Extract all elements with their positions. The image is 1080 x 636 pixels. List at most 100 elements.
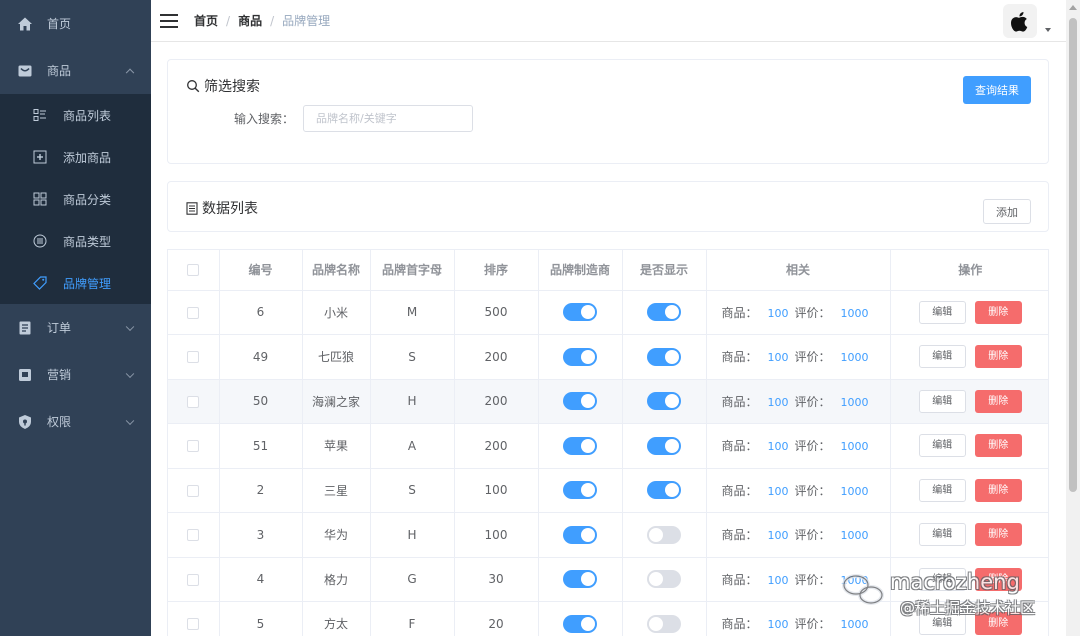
cell-first-letter: H: [370, 379, 455, 424]
show-status-switch[interactable]: [647, 436, 681, 455]
watermark: macrozheng @稀土掘金技术社区: [838, 568, 1068, 624]
sidebar-item-brand-management[interactable]: 品牌管理: [0, 262, 151, 304]
related-review-label: 评价：: [794, 572, 831, 587]
cell-show: [622, 290, 707, 335]
page-scrollbar[interactable]: [1066, 0, 1080, 636]
cell-sort: 100: [454, 468, 539, 513]
sidebar-item-product-category[interactable]: 商品分类: [0, 178, 151, 220]
delete-button[interactable]: 删除: [974, 389, 1022, 413]
row-checkbox[interactable]: [187, 440, 200, 453]
related-review-count[interactable]: 1000: [841, 529, 869, 542]
scrollbar-thumb[interactable]: [1069, 18, 1077, 492]
shield-icon: [17, 414, 33, 430]
header-first-letter: 品牌首字母: [370, 250, 455, 291]
cell-manufacturer: [538, 379, 623, 424]
manufacturer-switch[interactable]: [563, 570, 597, 589]
filter-title: 筛选搜索: [186, 76, 260, 96]
cell-id: 2: [219, 468, 303, 513]
related-product-count[interactable]: 100: [768, 485, 789, 498]
edit-button[interactable]: 编辑: [918, 478, 966, 502]
show-status-switch[interactable]: [647, 525, 681, 544]
sidebar-item-product-list[interactable]: 商品列表: [0, 94, 151, 136]
scroll-up-arrow-icon[interactable]: [1069, 5, 1077, 10]
cell-id: 50: [219, 379, 303, 424]
sidebar-item-add-product[interactable]: 添加商品: [0, 136, 151, 178]
related-review-count[interactable]: 1000: [841, 396, 869, 409]
breadcrumb-product[interactable]: 商品: [238, 12, 262, 29]
related-product-count[interactable]: 100: [768, 396, 789, 409]
related-product-count[interactable]: 100: [768, 440, 789, 453]
row-checkbox[interactable]: [187, 306, 200, 319]
sidebar-item-order[interactable]: 订单: [0, 304, 151, 351]
table-row: 49 七匹狼 S 200 商品： 100 评价： 1000 编辑 删除: [168, 334, 1048, 380]
show-status-switch[interactable]: [647, 481, 681, 500]
delete-button[interactable]: 删除: [974, 523, 1022, 547]
cell-manufacturer: [538, 334, 623, 380]
manufacturer-switch[interactable]: [563, 481, 597, 500]
manufacturer-switch[interactable]: [563, 392, 597, 411]
cell-first-letter: S: [370, 334, 455, 380]
row-checkbox[interactable]: [187, 351, 200, 364]
cell-brand-name: 格力: [302, 557, 371, 602]
header-show: 是否显示: [622, 250, 707, 291]
cell-id: 4: [219, 557, 303, 602]
show-status-switch[interactable]: [647, 392, 681, 411]
related-review-count[interactable]: 1000: [841, 485, 869, 498]
related-product-count[interactable]: 100: [768, 351, 789, 364]
show-status-switch[interactable]: [647, 347, 681, 366]
show-status-switch[interactable]: [647, 570, 681, 589]
query-results-button[interactable]: 查询结果: [963, 76, 1031, 104]
row-checkbox[interactable]: [187, 618, 200, 631]
edit-button[interactable]: 编辑: [918, 523, 966, 547]
related-product-count[interactable]: 100: [768, 574, 789, 587]
add-button[interactable]: 添加: [983, 199, 1031, 224]
manufacturer-switch[interactable]: [563, 347, 597, 366]
row-select-cell: [168, 468, 220, 513]
row-select-cell: [168, 379, 220, 424]
cell-actions: 编辑 删除: [890, 512, 1048, 558]
related-review-count[interactable]: 1000: [841, 307, 869, 320]
manufacturer-switch[interactable]: [563, 436, 597, 455]
sidebar-item-home[interactable]: 首页: [0, 0, 151, 47]
apple-logo-icon: [1011, 12, 1028, 32]
manufacturer-switch[interactable]: [563, 614, 597, 633]
edit-button[interactable]: 编辑: [918, 389, 966, 413]
table-row: 51 苹果 A 200 商品： 100 评价： 1000 编辑 删除: [168, 423, 1048, 469]
row-checkbox[interactable]: [187, 573, 200, 586]
sidebar-item-marketing[interactable]: 营销: [0, 351, 151, 398]
caret-down-icon[interactable]: [1045, 28, 1051, 32]
row-checkbox[interactable]: [187, 395, 200, 408]
show-status-switch[interactable]: [647, 614, 681, 633]
manufacturer-switch[interactable]: [563, 525, 597, 544]
delete-button[interactable]: 删除: [974, 345, 1022, 369]
row-checkbox[interactable]: [187, 529, 200, 542]
edit-button[interactable]: 编辑: [918, 345, 966, 369]
edit-button[interactable]: 编辑: [918, 300, 966, 324]
delete-button[interactable]: 删除: [974, 434, 1022, 458]
search-input[interactable]: [303, 105, 473, 132]
breadcrumb-home[interactable]: 首页: [194, 12, 218, 29]
row-checkbox[interactable]: [187, 484, 200, 497]
sidebar-item-permission[interactable]: 权限: [0, 398, 151, 445]
cell-first-letter: S: [370, 468, 455, 513]
related-review-count[interactable]: 1000: [841, 351, 869, 364]
avatar[interactable]: [1003, 4, 1037, 38]
related-product-count[interactable]: 100: [768, 529, 789, 542]
show-status-switch[interactable]: [647, 303, 681, 322]
delete-button[interactable]: 删除: [974, 478, 1022, 502]
data-list-card: 数据列表 添加: [167, 181, 1049, 232]
select-all-checkbox[interactable]: [187, 264, 200, 277]
related-product-count[interactable]: 100: [768, 618, 789, 631]
add-box-icon: [33, 150, 47, 164]
delete-button[interactable]: 删除: [974, 300, 1022, 324]
related-review-count[interactable]: 1000: [841, 440, 869, 453]
sidebar-item-product[interactable]: 商品: [0, 47, 151, 94]
hamburger-menu-icon[interactable]: [160, 13, 178, 28]
related-product-count[interactable]: 100: [768, 307, 789, 320]
sidebar-item-product-type[interactable]: 商品类型: [0, 220, 151, 262]
cell-actions: 编辑 删除: [890, 379, 1048, 424]
cell-show: [622, 512, 707, 558]
row-select-cell: [168, 601, 220, 636]
manufacturer-switch[interactable]: [563, 303, 597, 322]
edit-button[interactable]: 编辑: [918, 434, 966, 458]
